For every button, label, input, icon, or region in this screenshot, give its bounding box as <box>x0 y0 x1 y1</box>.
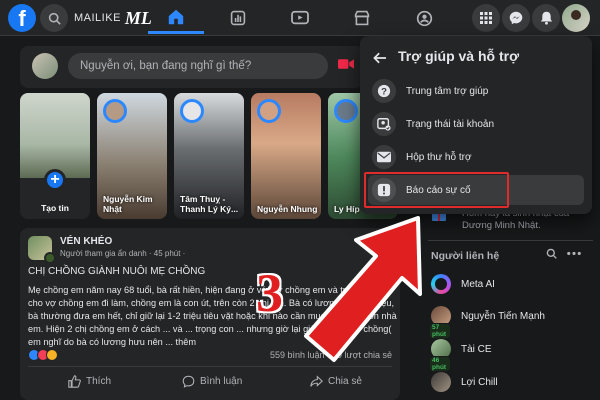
nav-tab-home[interactable] <box>148 2 204 34</box>
nav-tab-dashboard[interactable] <box>210 2 266 34</box>
menu-item-support-inbox[interactable]: Hộp thư hỗ trợ <box>368 142 584 172</box>
marketplace-icon <box>354 10 370 26</box>
messenger-icon <box>509 11 523 25</box>
share-label: Chia sẻ <box>328 375 362 387</box>
contact-name: Meta AI <box>461 278 495 290</box>
home-icon <box>168 9 184 24</box>
story-card[interactable]: Tâm Thuỵ - Thanh Lý Ký... <box>174 93 244 219</box>
help-circle-icon: ? <box>377 84 391 98</box>
story-name: Nguyễn Kim Nhật <box>103 194 153 214</box>
nav-tab-marketplace[interactable] <box>334 2 390 34</box>
post-composer: Nguyễn ơi, bạn đang nghĩ gì thế? <box>20 46 376 88</box>
dashboard-icon <box>230 10 246 26</box>
meta-ai-icon <box>431 274 451 294</box>
highlight-box <box>364 172 509 208</box>
story-avatar <box>257 99 281 123</box>
divider <box>428 240 593 241</box>
menu-grid-icon <box>480 12 492 24</box>
plus-icon: + <box>44 169 66 191</box>
status-input[interactable]: Nguyễn ơi, bạn đang nghĩ gì thế? <box>68 53 328 79</box>
menu-item-help-center[interactable]: ? Trung tâm trợ giúp <box>368 76 584 106</box>
avatar: 46 phút <box>429 339 451 372</box>
reaction-summary[interactable] <box>28 349 58 361</box>
back-button[interactable] <box>370 48 390 68</box>
contact-item[interactable]: Meta AI <box>431 272 596 296</box>
like-button[interactable]: Thích <box>68 371 111 391</box>
comment-button[interactable]: Bình luận <box>182 371 242 391</box>
anonymous-avatar <box>44 252 56 264</box>
watermark: MAILIKE ML <box>74 6 152 30</box>
avatar: 57 phút <box>429 306 451 339</box>
contact-item[interactable]: 46 phút Tài CE <box>429 337 596 372</box>
story-image <box>20 93 90 178</box>
groups-icon <box>416 10 432 26</box>
search-button[interactable] <box>40 4 68 32</box>
facebook-logo[interactable]: f <box>8 4 36 32</box>
nav-tab-video[interactable] <box>272 2 328 34</box>
haha-reaction-icon <box>46 349 58 361</box>
like-label: Thích <box>86 375 112 387</box>
story-card[interactable]: Nguyễn Kim Nhật <box>97 93 167 219</box>
group-avatar[interactable] <box>28 236 56 264</box>
story-avatar <box>180 99 204 123</box>
contact-item[interactable]: 57 phút Nguyễn Tiến Mạnh <box>429 304 596 339</box>
step-number: 3 <box>256 263 283 323</box>
thumbs-up-icon <box>68 374 81 388</box>
search-icon <box>48 12 61 25</box>
create-story-card[interactable]: + Tạo tin <box>20 93 90 219</box>
svg-text:?: ? <box>381 87 387 98</box>
search-icon[interactable] <box>546 248 557 259</box>
menu-item-label: Trạng thái tài khoản <box>406 118 495 130</box>
contacts-title: Người liên hệ <box>431 250 500 262</box>
share-button[interactable]: Chia sẻ <box>310 371 362 391</box>
menu-item-account-status[interactable]: Trạng thái tài khoản <box>368 109 584 139</box>
post-meta: Người tham gia ẩn danh · 45 phút · <box>60 249 186 258</box>
notifications-icon <box>540 11 552 25</box>
avatar <box>431 372 451 392</box>
top-navigation-bar: f MAILIKE ML <box>0 0 600 36</box>
menu-item-label: Trung tâm trợ giúp <box>406 85 489 97</box>
menu-button[interactable] <box>472 4 500 32</box>
messenger-button[interactable] <box>502 4 530 32</box>
live-video-icon[interactable] <box>338 58 354 70</box>
more-options-icon[interactable] <box>567 248 581 259</box>
story-avatar <box>103 99 127 123</box>
story-card[interactable]: Nguyễn Nhung <box>251 93 321 219</box>
account-status-icon <box>377 118 391 131</box>
post-title: CHỊ CHỒNG GIÀNH NUÔI MẸ CHỒNG <box>28 266 206 277</box>
story-name: Tâm Thuỵ - Thanh Lý Ký... <box>180 194 239 214</box>
watermark-text: MAILIKE <box>74 12 121 24</box>
avatar <box>32 53 58 79</box>
comment-label: Bình luận <box>200 375 243 387</box>
story-name: Tạo tin <box>41 203 69 213</box>
arrow-left-icon <box>373 52 386 64</box>
stories-strip: + Tạo tin Nguyễn Kim Nhật Tâm Thuỵ - Tha… <box>20 93 398 219</box>
story-avatar <box>334 99 358 123</box>
contact-name: Tài CE <box>461 343 492 355</box>
share-icon <box>310 374 323 387</box>
notifications-button[interactable] <box>532 4 560 32</box>
video-icon <box>291 10 309 25</box>
group-name[interactable]: VÉN KHÉO <box>60 236 112 247</box>
tutorial-arrow <box>304 216 422 362</box>
account-avatar[interactable] <box>562 4 590 32</box>
panel-title: Trợ giúp và hỗ trợ <box>398 48 520 64</box>
menu-item-label: Hộp thư hỗ trợ <box>406 151 472 163</box>
comment-icon <box>182 375 195 388</box>
contact-item[interactable]: Lợi Chill <box>431 370 596 394</box>
contacts-actions <box>546 248 581 259</box>
contact-name: Lợi Chill <box>461 376 498 388</box>
nav-tab-groups[interactable] <box>396 2 452 34</box>
contact-name: Nguyễn Tiến Mạnh <box>461 310 545 322</box>
inbox-icon <box>377 151 391 163</box>
